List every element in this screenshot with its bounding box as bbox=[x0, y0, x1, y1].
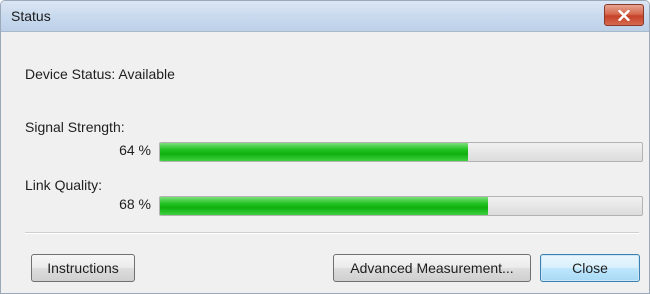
title-bar: Status bbox=[1, 1, 649, 32]
close-button[interactable]: Close bbox=[540, 254, 640, 282]
signal-strength-bar bbox=[159, 142, 643, 162]
link-quality-label: Link Quality: bbox=[25, 177, 103, 193]
close-icon bbox=[618, 9, 630, 21]
window-close-button[interactable] bbox=[604, 4, 644, 26]
status-dialog: Status Device Status: Available Signal S… bbox=[0, 0, 650, 294]
separator bbox=[25, 232, 639, 234]
link-quality-percent: 68 % bbox=[119, 196, 151, 212]
dialog-content: Device Status: Available Signal Strength… bbox=[1, 32, 649, 293]
window-title: Status bbox=[11, 8, 51, 24]
instructions-button[interactable]: Instructions bbox=[31, 254, 135, 282]
signal-strength-fill bbox=[160, 143, 469, 161]
device-status-text: Device Status: Available bbox=[25, 66, 175, 82]
signal-strength-percent: 64 % bbox=[119, 142, 151, 158]
advanced-measurement-button[interactable]: Advanced Measurement... bbox=[333, 254, 531, 282]
signal-strength-label: Signal Strength: bbox=[25, 119, 125, 135]
link-quality-bar bbox=[159, 196, 643, 216]
link-quality-fill bbox=[160, 197, 488, 215]
